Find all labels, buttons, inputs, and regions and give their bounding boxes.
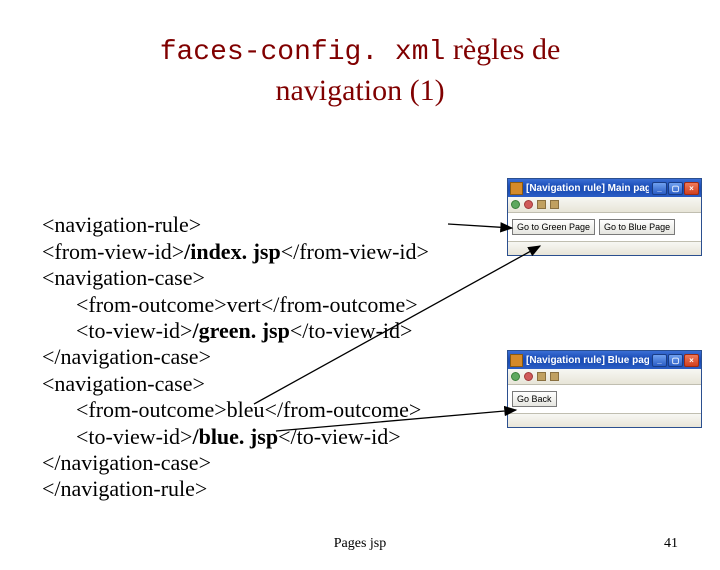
go-blue-button[interactable]: Go to Blue Page [599, 219, 675, 235]
code-line: <from-outcome>vert</from-outcome> [42, 292, 418, 317]
window-titlebar: [Navigation rule] Blue page … _ ▢ × [508, 351, 701, 369]
app-icon [510, 182, 523, 195]
code-line: </navigation-rule> [42, 476, 207, 501]
maximize-button[interactable]: ▢ [668, 182, 683, 195]
toolbar-icon [511, 372, 520, 381]
window-title: [Navigation rule] Main page… [526, 183, 649, 194]
window-buttons: _ ▢ × [652, 182, 699, 195]
app-icon [510, 354, 523, 367]
code-line: <navigation-rule> [42, 212, 201, 237]
title-rest1: règles de [445, 33, 560, 66]
close-button[interactable]: × [684, 182, 699, 195]
window-body: Go to Green Page Go to Blue Page [508, 213, 701, 241]
window-toolbar [508, 369, 701, 385]
browser-window-main: [Navigation rule] Main page… _ ▢ × Go to… [507, 178, 702, 256]
minimize-button[interactable]: _ [652, 354, 667, 367]
window-body: Go Back [508, 385, 701, 413]
title-mono: faces-config. xml [160, 37, 446, 68]
window-statusbar [508, 413, 701, 427]
code-line: <navigation-case> [42, 265, 205, 290]
code-line: <to-view-id>/green. jsp</to-view-id> [42, 318, 412, 343]
code-line: </navigation-case> [42, 450, 211, 475]
code-line: <from-view-id>/index. jsp</from-view-id> [42, 239, 429, 264]
window-statusbar [508, 241, 701, 255]
toolbar-icon [524, 200, 533, 209]
window-buttons: _ ▢ × [652, 354, 699, 367]
xml-code-block: <navigation-rule> <from-view-id>/index. … [42, 186, 429, 503]
slide-title: faces-config. xml règles de navigation (… [0, 30, 720, 110]
go-back-button[interactable]: Go Back [512, 391, 557, 407]
code-line: <from-outcome>bleu</from-outcome> [42, 397, 421, 422]
window-title: [Navigation rule] Blue page … [526, 355, 649, 366]
toolbar-icon [524, 372, 533, 381]
go-green-button[interactable]: Go to Green Page [512, 219, 595, 235]
minimize-button[interactable]: _ [652, 182, 667, 195]
toolbar-icon [537, 372, 546, 381]
code-line: <navigation-case> [42, 371, 205, 396]
toolbar-icon [511, 200, 520, 209]
code-line: <to-view-id>/blue. jsp</to-view-id> [42, 424, 401, 449]
toolbar-icon [550, 200, 559, 209]
toolbar-icon [537, 200, 546, 209]
title-rest2: navigation (1) [275, 74, 444, 107]
page-number: 41 [664, 536, 678, 552]
close-button[interactable]: × [684, 354, 699, 367]
window-titlebar: [Navigation rule] Main page… _ ▢ × [508, 179, 701, 197]
browser-window-blue: [Navigation rule] Blue page … _ ▢ × Go B… [507, 350, 702, 428]
maximize-button[interactable]: ▢ [668, 354, 683, 367]
footer-label: Pages jsp [334, 536, 387, 552]
window-toolbar [508, 197, 701, 213]
code-line: </navigation-case> [42, 344, 211, 369]
toolbar-icon [550, 372, 559, 381]
